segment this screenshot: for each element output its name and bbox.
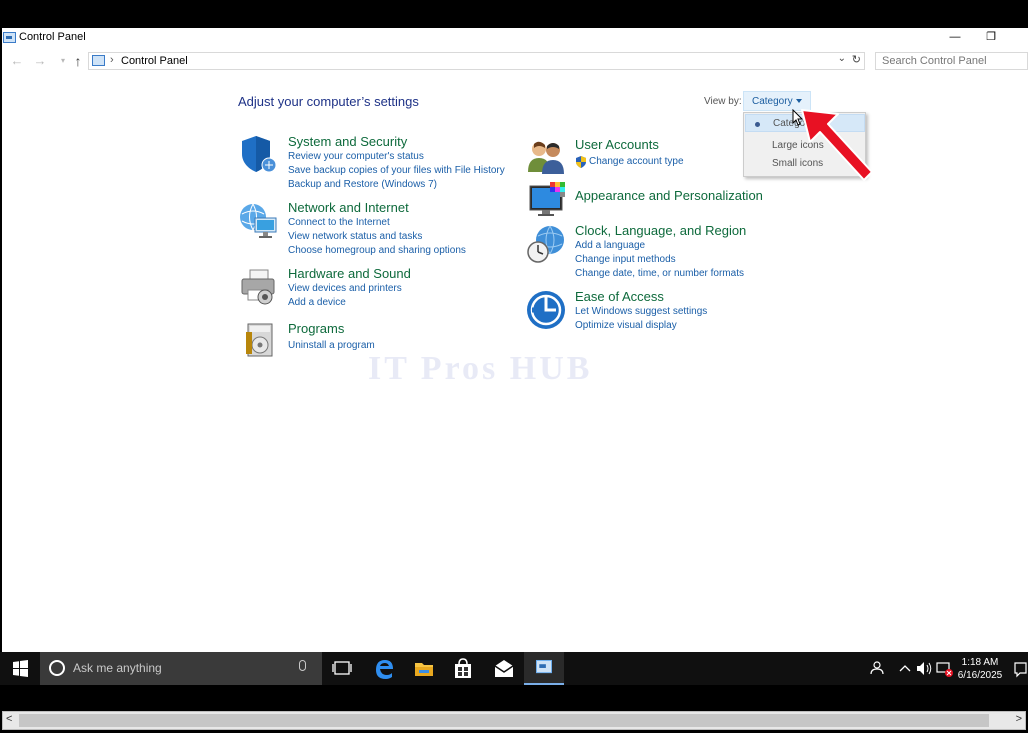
ease-of-access-icon[interactable] (526, 290, 566, 330)
edge-browser-icon[interactable] (364, 652, 404, 685)
title-bar[interactable]: Control Panel — ❐ (2, 28, 1028, 48)
category-title-clock[interactable]: Clock, Language, and Region (575, 223, 746, 239)
dropdown-arrow-icon (796, 99, 802, 103)
window-title: Control Panel (19, 31, 86, 43)
red-annotation-arrow-icon (801, 109, 873, 181)
control-panel-window: Control Panel — ❐ ← → ▾ ↑ › Control Pane… (2, 28, 1028, 652)
category-system-security: System and Security Review your computer… (288, 134, 505, 192)
category-hardware-sound: Hardware and Sound View devices and prin… (288, 266, 411, 310)
link-date-time-formats[interactable]: Change date, time, or number formats (575, 267, 746, 281)
category-title-programs[interactable]: Programs (288, 321, 375, 337)
link-review-status[interactable]: Review your computer's status (288, 150, 505, 164)
watermark: IT Pros HUB (368, 350, 593, 387)
task-view-icon[interactable] (322, 652, 362, 685)
up-arrow-icon[interactable]: ↑ (69, 52, 87, 70)
category-title-appearance[interactable]: Appearance and Personalization (575, 188, 763, 204)
category-clock-region: Clock, Language, and Region Add a langua… (575, 223, 746, 281)
shield-icon[interactable] (238, 134, 278, 174)
link-homegroup[interactable]: Choose homegroup and sharing options (288, 244, 466, 258)
taskbar-control-panel-icon[interactable] (524, 652, 564, 685)
scroll-right-button[interactable]: > (1016, 713, 1022, 725)
link-connect-internet[interactable]: Connect to the Internet (288, 216, 466, 230)
link-devices-printers[interactable]: View devices and printers (288, 282, 411, 296)
system-clock[interactable]: 1:18 AM 6/16/2025 (950, 656, 1010, 682)
refresh-icon[interactable]: ↻ (852, 53, 861, 66)
horizontal-scrollbar[interactable]: < > (2, 711, 1026, 730)
show-hidden-icons-chevron-icon[interactable] (896, 652, 914, 685)
category-user-accounts: User Accounts Change account type (575, 137, 684, 169)
windows-start-icon[interactable] (0, 652, 40, 685)
link-uninstall-program[interactable]: Uninstall a program (288, 339, 375, 353)
restore-button[interactable]: ❐ (973, 28, 1009, 48)
breadcrumb-separator[interactable]: › (110, 54, 114, 66)
clock-time: 1:18 AM (961, 657, 999, 668)
category-title-system[interactable]: System and Security (288, 134, 505, 150)
category-title-network[interactable]: Network and Internet (288, 200, 466, 216)
file-explorer-icon[interactable] (404, 652, 444, 685)
category-ease-of-access: Ease of Access Let Windows suggest setti… (575, 289, 707, 333)
minimize-button[interactable]: — (937, 28, 973, 48)
programs-box-icon[interactable] (240, 320, 280, 360)
cortana-search-box[interactable]: Ask me anything (40, 652, 322, 685)
address-control-panel-icon (92, 55, 105, 66)
scrollbar-thumb[interactable] (19, 714, 989, 727)
link-change-account-type[interactable]: Change account type (575, 155, 684, 169)
category-title-users[interactable]: User Accounts (575, 137, 684, 153)
volume-icon[interactable] (914, 652, 934, 685)
mail-icon[interactable] (484, 652, 524, 685)
link-input-methods[interactable]: Change input methods (575, 253, 746, 267)
printer-speaker-icon[interactable] (238, 266, 278, 306)
link-optimize-display[interactable]: Optimize visual display (575, 319, 707, 333)
selected-bullet-icon (755, 122, 760, 127)
user-accounts-icon[interactable] (526, 136, 566, 176)
back-arrow-icon[interactable]: ← (8, 52, 26, 70)
category-title-hardware[interactable]: Hardware and Sound (288, 266, 411, 282)
link-network-status[interactable]: View network status and tasks (288, 230, 466, 244)
category-network-internet: Network and Internet Connect to the Inte… (288, 200, 466, 258)
view-by-label: View by: (704, 96, 742, 107)
address-dropdown-icon[interactable]: ⌄ (838, 53, 846, 64)
link-add-language[interactable]: Add a language (575, 239, 746, 253)
page-title: Adjust your computer’s settings (238, 94, 419, 109)
cortana-placeholder: Ask me anything (73, 661, 162, 675)
address-bar[interactable]: › Control Panel ⌄ ↻ (88, 52, 865, 70)
search-placeholder: Search Control Panel (882, 55, 987, 67)
people-icon[interactable] (866, 652, 886, 685)
forward-arrow-icon[interactable]: → (31, 52, 49, 70)
link-change-account-type-label: Change account type (589, 156, 684, 167)
category-appearance: Appearance and Personalization (575, 188, 763, 204)
search-input[interactable]: Search Control Panel (875, 52, 1028, 70)
clock-globe-icon[interactable] (526, 224, 566, 264)
network-globe-icon[interactable] (238, 200, 278, 240)
control-panel-icon (3, 32, 16, 43)
breadcrumb-control-panel[interactable]: Control Panel (121, 55, 188, 67)
store-bag-icon[interactable] (443, 652, 483, 685)
microphone-icon[interactable] (299, 660, 306, 671)
action-center-icon[interactable] (1012, 652, 1028, 685)
monitor-palette-icon[interactable] (528, 180, 568, 220)
link-add-device[interactable]: Add a device (288, 296, 411, 310)
link-backup-restore[interactable]: Backup and Restore (Windows 7) (288, 178, 505, 192)
link-windows-suggest[interactable]: Let Windows suggest settings (575, 305, 707, 319)
clock-date: 6/16/2025 (957, 670, 1003, 681)
scroll-left-button[interactable]: < (6, 713, 12, 725)
link-file-history[interactable]: Save backup copies of your files with Fi… (288, 164, 505, 178)
cortana-circle-icon (49, 660, 65, 676)
taskbar: Ask me anything 1:18 AM 6/16/2025 (0, 652, 1028, 685)
category-title-ease[interactable]: Ease of Access (575, 289, 707, 305)
desktop-screen: Control Panel — ❐ ← → ▾ ↑ › Control Pane… (0, 0, 1028, 733)
uac-shield-icon (576, 156, 586, 168)
category-programs: Programs Uninstall a program (288, 321, 375, 353)
navigation-bar: ← → ▾ ↑ › Control Panel ⌄ ↻ Search Contr… (2, 50, 1028, 72)
view-by-value: Category (752, 96, 793, 107)
